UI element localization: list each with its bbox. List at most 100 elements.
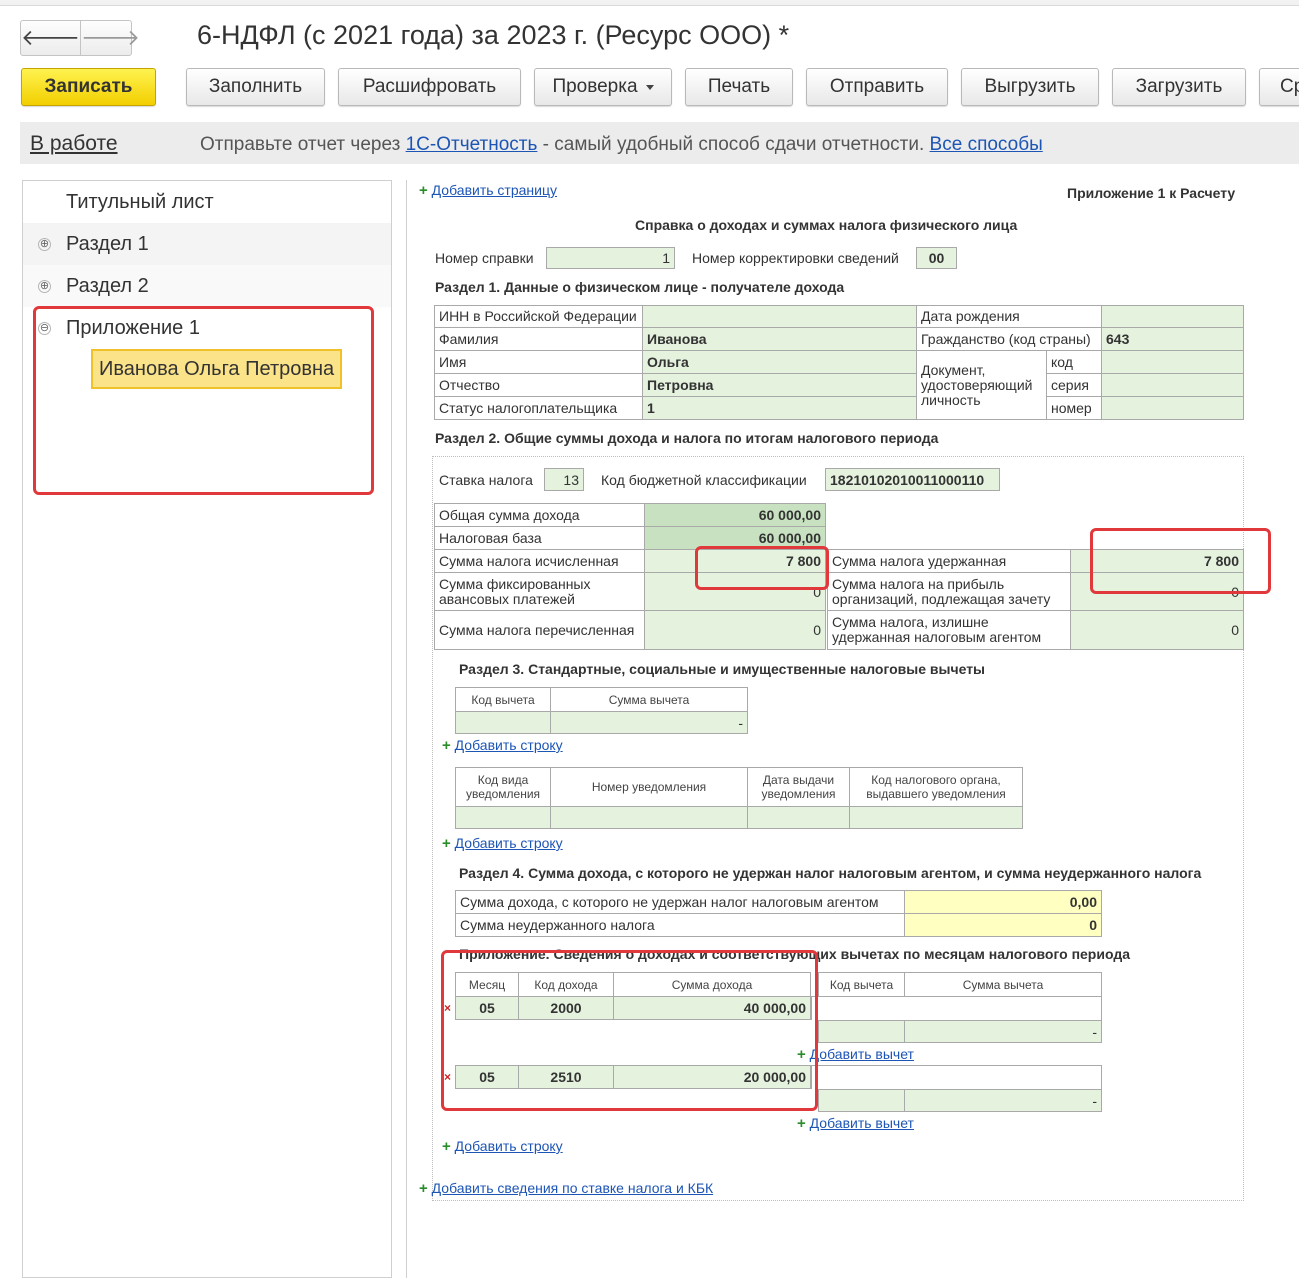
add-rate-kbk-link[interactable]: + Добавить сведения по ставке налога и К… [419,1180,713,1197]
correction-field[interactable]: 00 [916,247,957,269]
status-link[interactable]: В работе [30,132,118,156]
notification-number-header: Номер уведомления [550,767,748,807]
month-deduction-sum-field[interactable]: - [904,1089,1102,1112]
decode-button[interactable]: Расшифровать [338,68,521,106]
save-button[interactable]: Записать [21,68,156,106]
doc-series-field[interactable] [1101,373,1244,397]
highlight-annotation-tax-calculated [695,546,829,590]
section3-title: Раздел 3. Стандартные, социальные и имущ… [459,661,986,677]
status-message: Отправьте отчет через 1С-Отчетность - са… [200,134,1043,156]
tree-item-label: Раздел 2 [66,274,149,297]
untaxed-income-field[interactable]: 0,00 [904,890,1102,914]
cert-number-field[interactable]: 1 [546,247,675,269]
excess-tax-field[interactable]: 0 [1070,610,1244,650]
top-tab-strip [0,0,1299,6]
doc-number-label: номер [1046,396,1102,420]
patronymic-label: Отчество [434,373,643,397]
cert-number-label: Номер справки [435,250,534,266]
forward-button[interactable]: 🡒 [80,21,140,55]
deduction-code-field[interactable] [455,711,551,734]
add-page-label: Добавить страницу [431,182,557,198]
back-button[interactable]: 🡐 [21,21,80,55]
tax-transferred-field[interactable]: 0 [644,610,826,650]
import-button[interactable]: Загрузить [1112,68,1246,106]
doc-number-field[interactable] [1101,396,1244,420]
month-deduction-code-field[interactable] [818,1020,905,1043]
print-button[interactable]: Печать [685,68,793,106]
identity-document-label: Документ, удостоверяющий личность [916,350,1047,420]
plus-icon: + [797,1115,806,1132]
kbk-label: Код бюджетной классификации [601,472,807,488]
doc-code-field[interactable] [1101,350,1244,374]
total-income-field[interactable]: 60 000,00 [644,503,826,527]
inn-label: ИНН в Российской Федерации [434,305,643,328]
plus-icon: + [442,835,451,852]
arrow-right-icon: 🡒 [81,25,140,50]
correction-label: Номер корректировки сведений [692,250,899,266]
month-deduction-sum-field[interactable]: - [904,1020,1102,1043]
highlight-annotation-tree [33,306,374,495]
plus-icon: + [442,737,451,754]
citizenship-label: Гражданство (код страны) [916,327,1102,351]
name-field[interactable]: Ольга [642,350,917,374]
surname-field[interactable]: Иванова [642,327,917,351]
more-button[interactable]: Ср [1259,68,1299,106]
add-notification-row-link[interactable]: + Добавить строку [442,835,563,852]
send-button[interactable]: Отправить [806,68,948,106]
birth-date-label: Дата рождения [916,305,1102,328]
name-label: Имя [434,350,643,374]
plus-icon: + [419,182,428,199]
deduction-sum-field[interactable]: - [550,711,748,734]
add-income-row-link[interactable]: + Добавить строку [442,1138,563,1155]
notification-authority-field[interactable] [849,806,1023,829]
plus-icon: + [419,1180,428,1197]
citizenship-field[interactable]: 643 [1101,327,1244,351]
unwithheld-tax-field[interactable]: 0 [904,913,1102,937]
notification-date-field[interactable] [747,806,850,829]
inn-field[interactable] [642,305,917,328]
fill-button[interactable]: Заполнить [186,68,325,106]
rate-label: Ставка налога [439,472,533,488]
tax-base-label: Налоговая база [434,526,645,550]
deduction-sum-header: Сумма вычета [550,687,748,712]
check-button-label: Проверка [552,76,638,97]
add-page-link[interactable]: + Добавить страницу [419,182,557,199]
section4-title: Раздел 4. Сумма дохода, с которого не уд… [459,865,1202,881]
expand-plus-icon[interactable]: ⊕ [38,237,51,251]
tree-item-section2[interactable]: ⊕ Раздел 2 [23,265,391,307]
expand-plus-icon[interactable]: ⊕ [38,279,51,293]
kbk-field[interactable]: 18210102010011000110 [825,468,1000,491]
notification-number-field[interactable] [550,806,748,829]
tree-item-label: Раздел 1 [66,232,149,255]
1c-reporting-link[interactable]: 1С-Отчетность [406,134,538,155]
month-deduction-code-field[interactable] [818,1089,905,1112]
patronymic-field[interactable]: Петровна [642,373,917,397]
profit-tax-label: Сумма налога на прибыль организаций, под… [827,572,1071,611]
birth-date-field[interactable] [1101,305,1244,328]
doc-code-label: код [1046,350,1102,374]
plus-icon: + [442,1138,451,1155]
add-deduction-link[interactable]: + Добавить вычет [797,1115,914,1132]
unwithheld-tax-label: Сумма неудержанного налога [455,913,905,937]
export-button[interactable]: Выгрузить [961,68,1099,106]
certificate-title: Справка о доходах и суммах налога физиче… [635,217,1018,233]
taxpayer-status-field[interactable]: 1 [642,396,917,420]
add-deduction-row-link[interactable]: + Добавить строку [442,737,563,754]
tax-withheld-label: Сумма налога удержанная [827,549,1071,573]
all-ways-link[interactable]: Все способы [930,134,1043,155]
rate-field[interactable]: 13 [544,468,584,491]
notification-date-header: Дата выдачи уведомления [747,767,850,807]
notification-type-header: Код вида уведомления [455,767,551,807]
month-deduction-sum-header: Сумма вычета [904,972,1102,997]
deduction-code-header: Код вычета [455,687,551,712]
add-row-label: Добавить строку [454,737,563,753]
form-area: + Добавить страницу Приложение 1 к Расче… [406,180,1299,1278]
tree-item-title-sheet[interactable]: Титульный лист [23,181,391,223]
tree-item-section1[interactable]: ⊕ Раздел 1 [23,223,391,265]
month-deduction-code-header: Код вычета [818,972,905,997]
highlight-annotation-tax-withheld [1090,528,1271,594]
check-dropdown-button[interactable]: Проверка [534,68,672,106]
notification-type-field[interactable] [455,806,551,829]
tax-transferred-label: Сумма налога перечисленная [434,610,645,650]
history-nav: 🡐 🡒 [20,20,140,56]
